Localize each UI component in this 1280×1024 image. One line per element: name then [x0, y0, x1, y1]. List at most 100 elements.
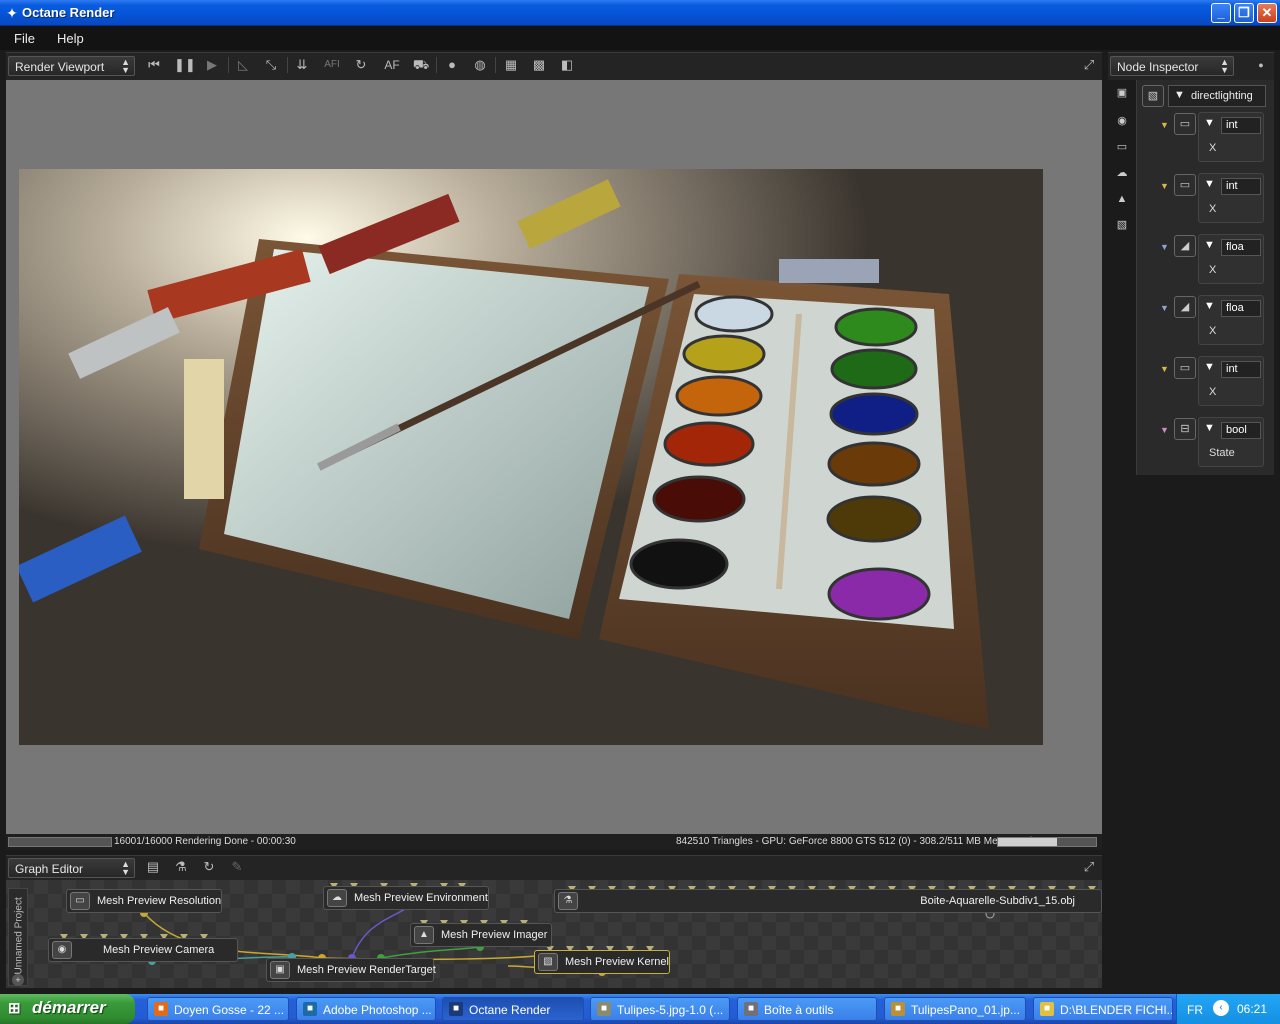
menu-file[interactable]: File [14, 31, 35, 46]
language-indicator[interactable]: FR [1187, 1003, 1203, 1017]
kernel-icon: ▧ [538, 953, 558, 971]
expand-triangle-icon[interactable]: ▼ [1204, 361, 1215, 373]
kernel-node-icon[interactable]: ▧ [1142, 85, 1164, 107]
graph-node-mesh-object[interactable]: ⚗ Boite-Aquarelle-Subdiv1_15.obj [554, 889, 1102, 913]
close-button[interactable]: ✕ [1257, 3, 1277, 23]
graph-editor-dropdown[interactable]: Graph Editor ▲ ▼ [8, 858, 135, 878]
graph-node-rendertarget[interactable]: ▣ Mesh Preview RenderTarget [266, 958, 436, 982]
taskbar-task-4[interactable]: ■ Boîte à outils [737, 997, 877, 1021]
node-type-icon[interactable]: ◢ [1174, 235, 1196, 257]
start-label: démarrer [32, 998, 106, 1017]
graph-editor-canvas[interactable]: ▭ Mesh Preview Resolution ◉ Mesh Preview… [6, 880, 1102, 988]
render-viewport[interactable] [6, 80, 1102, 834]
separator [287, 57, 288, 73]
expand-triangle-icon: ▼ [1174, 89, 1185, 101]
add-node-icon[interactable]: ▤ [143, 858, 163, 876]
updown-arrow-icon: ▲ ▼ [121, 57, 130, 75]
sphere-icon[interactable]: ● [442, 56, 462, 74]
node-type-icon[interactable]: ▭ [1174, 357, 1196, 379]
node-type-icon[interactable]: ⊟ [1174, 418, 1196, 440]
node-label: Boite-Aquarelle-Subdiv1_15.obj [920, 895, 1075, 907]
expand-triangle-icon[interactable]: ▼ [1204, 422, 1215, 434]
resolution-icon[interactable]: ▭ [1114, 140, 1130, 154]
import-icon[interactable]: ⇊ [292, 56, 312, 74]
reload-graph-icon[interactable]: ↻ [199, 858, 219, 876]
taskbar-task-5[interactable]: ■ TulipesPano_01.jp... [884, 997, 1026, 1021]
inspector-node-card[interactable]: ▼ floa X [1198, 234, 1264, 284]
node-inspector-dropdown[interactable]: Node Inspector ▲ ▼ [1110, 56, 1234, 76]
windows-logo-icon: ⊞ [8, 1000, 21, 1017]
node-type-icon[interactable]: ▭ [1174, 174, 1196, 196]
sphere2-icon[interactable]: ◍ [470, 56, 490, 74]
graph-node-imager[interactable]: ▲ Mesh Preview Imager [410, 923, 552, 947]
maximize-button[interactable]: ❐ [1234, 3, 1254, 23]
input-pin-icon[interactable]: ▼ [1160, 120, 1169, 130]
car-icon[interactable]: ⛟ [411, 56, 431, 74]
inspector-node-card[interactable]: ▼ bool State [1198, 417, 1264, 467]
inspector-node-card[interactable]: ▼ floa X [1198, 295, 1264, 345]
expand-triangle-icon[interactable]: ▼ [1204, 178, 1215, 190]
render-status-text: 16001/16000 Rendering Done - 00:00:30 [114, 836, 296, 847]
graph-node-kernel[interactable]: ▧ Mesh Preview Kernel [534, 950, 670, 974]
input-pin-icon[interactable]: ▼ [1160, 425, 1169, 435]
node-label: Mesh Preview Kernel [565, 956, 669, 968]
taskbar-task-6[interactable]: ■ D:\BLENDER FICHI... [1033, 997, 1173, 1021]
expand-triangle-icon[interactable]: ▼ [1204, 117, 1215, 129]
image-icon[interactable]: ▣ [1114, 86, 1130, 100]
input-pin-icon[interactable]: ▼ [1160, 303, 1169, 313]
play-icon[interactable]: ▶ [202, 56, 222, 74]
rendertarget-icon: ▣ [270, 961, 290, 979]
node-label: Mesh Preview Environment [354, 892, 488, 904]
af-button[interactable]: AF [382, 56, 402, 74]
menu-help[interactable]: Help [57, 31, 84, 46]
inspector-node-card[interactable]: ▼ int X [1198, 173, 1264, 223]
render-viewport-dropdown[interactable]: Render Viewport ▲ ▼ [8, 56, 135, 76]
inspector-node-card[interactable]: ▼ int X [1198, 356, 1264, 406]
input-pin-icon[interactable]: ▼ [1160, 181, 1169, 191]
inspector-sidebar: ▣ ◉ ▭ ☁ ▲ ▧ [1108, 80, 1136, 250]
inspector-node-card[interactable]: ▼ int X [1198, 112, 1264, 162]
checker-icon[interactable]: ▩ [529, 56, 549, 74]
taskbar-task-2[interactable]: ■ Octane Render [442, 997, 584, 1021]
root-node-label[interactable]: ▼ directlighting [1168, 85, 1266, 107]
tray-arrow-icon[interactable]: ‹ [1213, 1000, 1229, 1016]
graph-fullscreen-icon[interactable]: ⤢ [1079, 858, 1099, 876]
node-type-icon[interactable]: ▭ [1174, 113, 1196, 135]
grid-icon[interactable]: ▦ [501, 56, 521, 74]
add-project-icon[interactable]: + [12, 974, 24, 986]
kernel-icon[interactable]: ▧ [1114, 218, 1130, 232]
node-param-label: State [1209, 447, 1235, 459]
reload-icon[interactable]: ↻ [351, 56, 371, 74]
expand-triangle-icon[interactable]: ▼ [1204, 239, 1215, 251]
minimize-button[interactable]: _ [1211, 3, 1231, 23]
node-type-icon[interactable]: ◢ [1174, 296, 1196, 318]
taskbar-task-1[interactable]: ■ Adobe Photoshop ... [296, 997, 436, 1021]
pause-icon[interactable]: ❚❚ [174, 56, 196, 74]
graph-node-resolution[interactable]: ▭ Mesh Preview Resolution [66, 889, 222, 913]
input-pin-icon[interactable]: ▼ [1160, 242, 1169, 252]
checker2-icon[interactable]: ◧ [557, 56, 577, 74]
taskbar-task-0[interactable]: ■ Doyen Gosse - 22 ... [147, 997, 289, 1021]
node-inspector-toolbar: Node Inspector ▲ ▼ ● [1108, 52, 1274, 80]
zoom-fit-icon[interactable]: ⤡ [261, 56, 281, 74]
clear-icon[interactable]: ✎ [227, 858, 247, 876]
task-app-icon: ■ [154, 1002, 168, 1016]
pin-dot-icon[interactable]: ● [1251, 56, 1271, 74]
start-button[interactable]: ⊞ démarrer [0, 994, 135, 1024]
project-tab[interactable]: Unnamed Project [8, 888, 28, 986]
environment-icon[interactable]: ☁ [1114, 166, 1130, 180]
camera-icon[interactable]: ◉ [1114, 114, 1130, 128]
graph-node-camera[interactable]: ◉ Mesh Preview Camera [48, 938, 238, 962]
expand-triangle-icon[interactable]: ▼ [1204, 300, 1215, 312]
rendered-image [19, 169, 1043, 745]
task-app-icon: ■ [303, 1002, 317, 1016]
afi-icon[interactable]: AFI [322, 56, 342, 74]
input-pin-icon[interactable]: ▼ [1160, 364, 1169, 374]
taskbar-task-3[interactable]: ■ Tulipes-5.jpg-1.0 (... [590, 997, 730, 1021]
fullscreen-icon[interactable]: ⤢ [1079, 56, 1099, 74]
material-icon[interactable]: ⚗ [171, 858, 191, 876]
graph-node-environment[interactable]: ☁ Mesh Preview Environment [323, 886, 489, 910]
imager-icon[interactable]: ▲ [1114, 192, 1130, 206]
region-icon[interactable]: ◺ [233, 56, 253, 74]
rewind-icon[interactable]: ⏮ [144, 56, 164, 74]
